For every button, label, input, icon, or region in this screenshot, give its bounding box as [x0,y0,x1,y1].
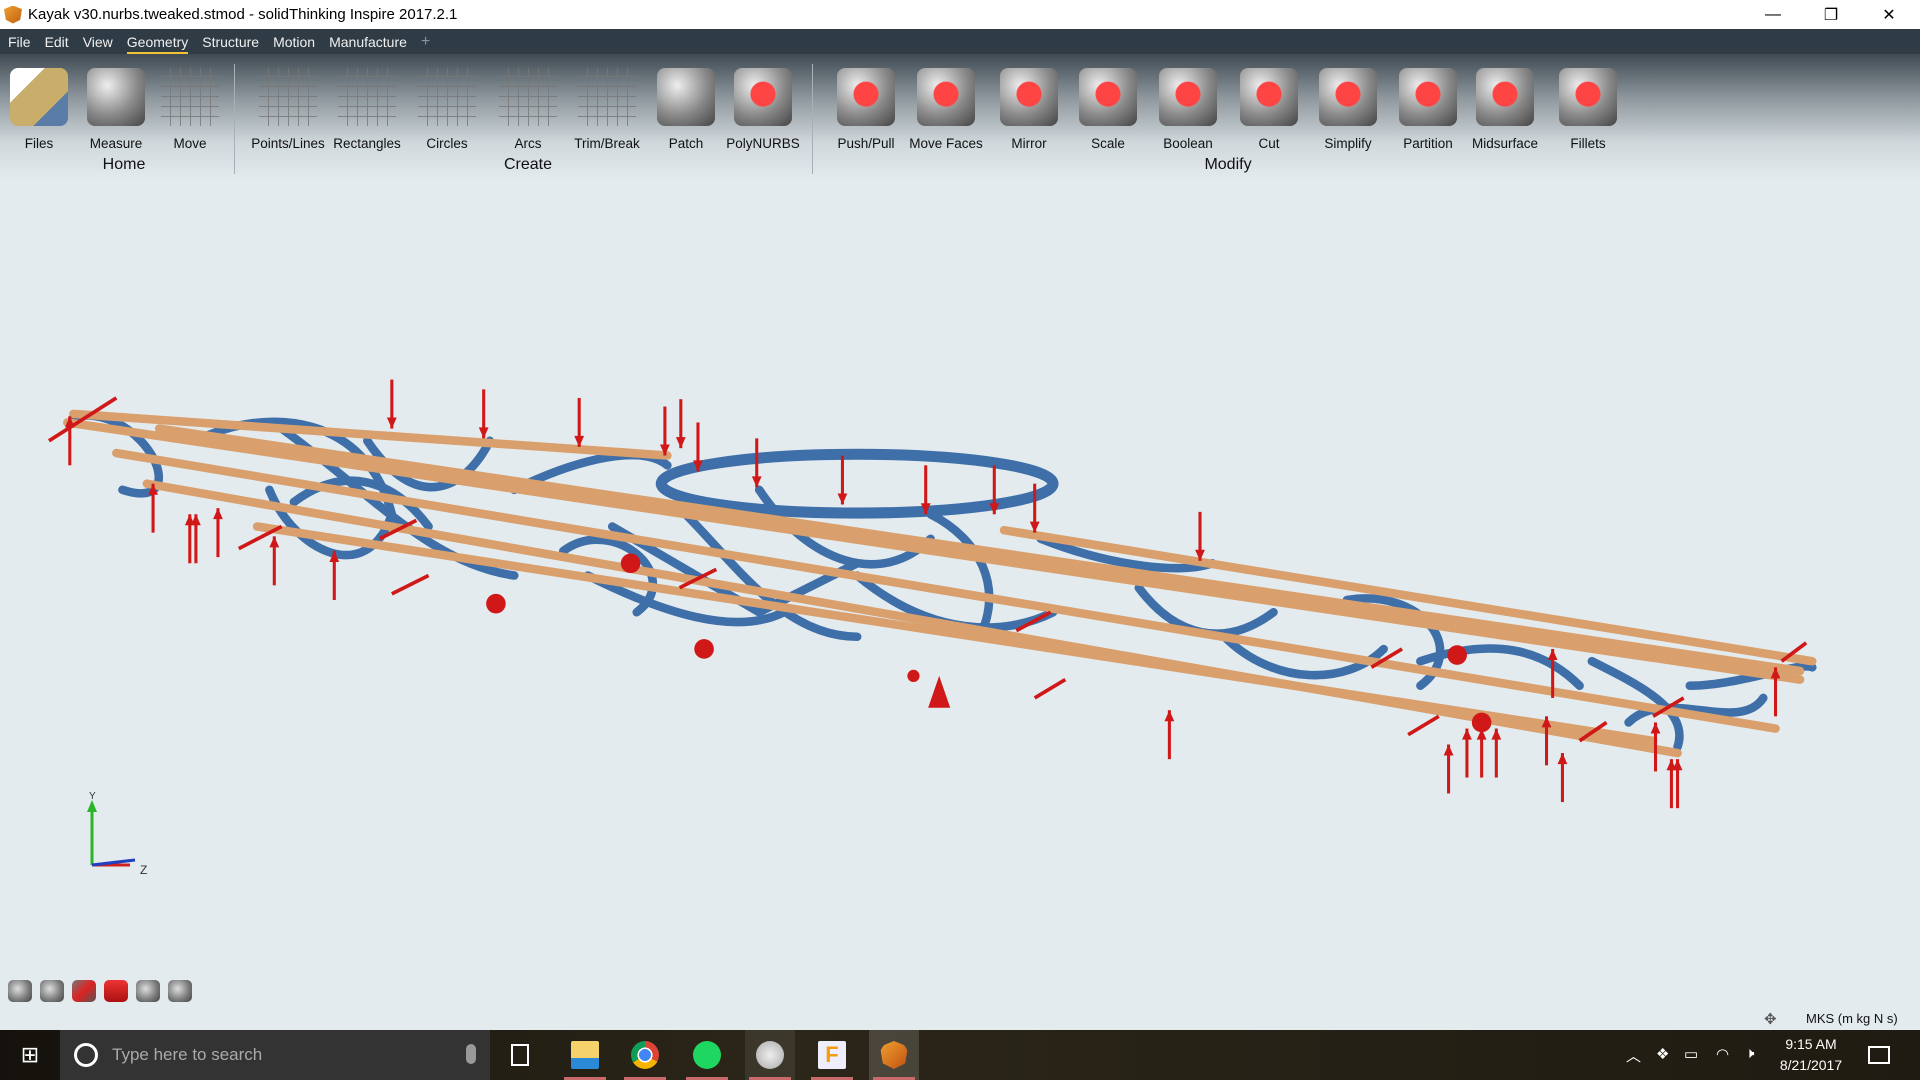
load-arrowhead [1462,728,1472,740]
fusion-icon: F [818,1041,846,1069]
spotify-button[interactable] [682,1030,732,1080]
task-view-button[interactable] [495,1030,545,1080]
zoom-icon[interactable] [136,980,160,1002]
volume-icon[interactable]: 🕨 [1745,1045,1754,1062]
load-arrow [1407,714,1440,737]
inspire-button[interactable] [869,1030,919,1080]
load-cluster [620,553,641,574]
support-cone [928,675,951,708]
clock[interactable]: 9:15 AM 8/21/2017 [1776,1034,1846,1076]
clock-date: 8/21/2017 [1779,1057,1843,1073]
search-box[interactable]: Type here to search [60,1030,490,1080]
battery-icon[interactable]: ▭ [1684,1045,1698,1063]
load-arrowhead [1443,744,1454,756]
load-arrowhead [837,493,848,505]
axis-z-label: Z [140,863,147,877]
microphone-icon[interactable] [466,1044,476,1064]
crosshair-icon[interactable]: ✥ [1764,1010,1777,1028]
folder-icon [571,1041,599,1069]
inspire-icon [880,1041,908,1069]
load-arrowhead [269,536,280,548]
3d-view-icon[interactable] [168,980,192,1002]
axis-triad-icon: Y Z [87,791,147,877]
load-cluster [1471,712,1492,733]
load-cluster [694,639,714,659]
clock-time: 9:15 AM [1785,1036,1837,1052]
load-cluster [486,593,506,614]
load-arrow [1033,678,1067,700]
camera-icon[interactable] [40,980,64,1002]
units-selector[interactable]: MKS (m kg N s) [1806,1011,1898,1026]
taskbar: ⊞ Type here to search F ︿ ❖ ▭ ◠ 🕨 9:15 A… [0,1030,1920,1080]
beam [252,522,1658,746]
load-arrowhead [478,427,489,439]
view-icon[interactable] [8,980,32,1002]
axis-y-label: Y [89,791,96,802]
show-hidden-icons-chevron-icon[interactable]: ︿ [1626,1045,1641,1066]
cortana-icon [74,1043,98,1067]
beam [999,525,1817,666]
task-view-icon [511,1044,529,1066]
load-arrowhead [191,514,201,526]
section-icon[interactable] [72,980,96,1002]
shaded-icon[interactable] [104,980,128,1002]
windows-start-button[interactable]: ⊞ [0,1030,60,1080]
load-arrowhead [675,437,686,449]
load-arrowhead [1672,759,1683,771]
spotify-icon [693,1041,721,1069]
chrome-icon [631,1041,659,1069]
load-arrowhead [386,417,397,429]
compass-icon [756,1041,784,1069]
support-point [907,669,920,683]
chrome-button[interactable] [620,1030,670,1080]
dropbox-icon[interactable]: ❖ [1656,1045,1669,1063]
load-arrow [391,573,430,596]
search-placeholder: Type here to search [112,1045,263,1064]
action-center-icon[interactable] [1868,1046,1890,1064]
kayak-model [47,379,1817,809]
load-cluster [1447,645,1467,665]
load-arrowhead [1557,753,1568,765]
load-arrowhead [1650,722,1661,734]
load-arrowhead [213,508,223,520]
load-arrowhead [1491,728,1502,740]
beam [112,448,1780,733]
wifi-icon[interactable]: ◠ [1716,1045,1729,1063]
autodesk-fusion-button[interactable]: F [807,1030,857,1080]
load-arrowhead [1164,710,1175,722]
load-arrowhead [1547,648,1558,660]
compass-app-button[interactable] [745,1030,795,1080]
file-explorer-button[interactable] [560,1030,610,1080]
axis-triad: Y Z [80,790,170,880]
